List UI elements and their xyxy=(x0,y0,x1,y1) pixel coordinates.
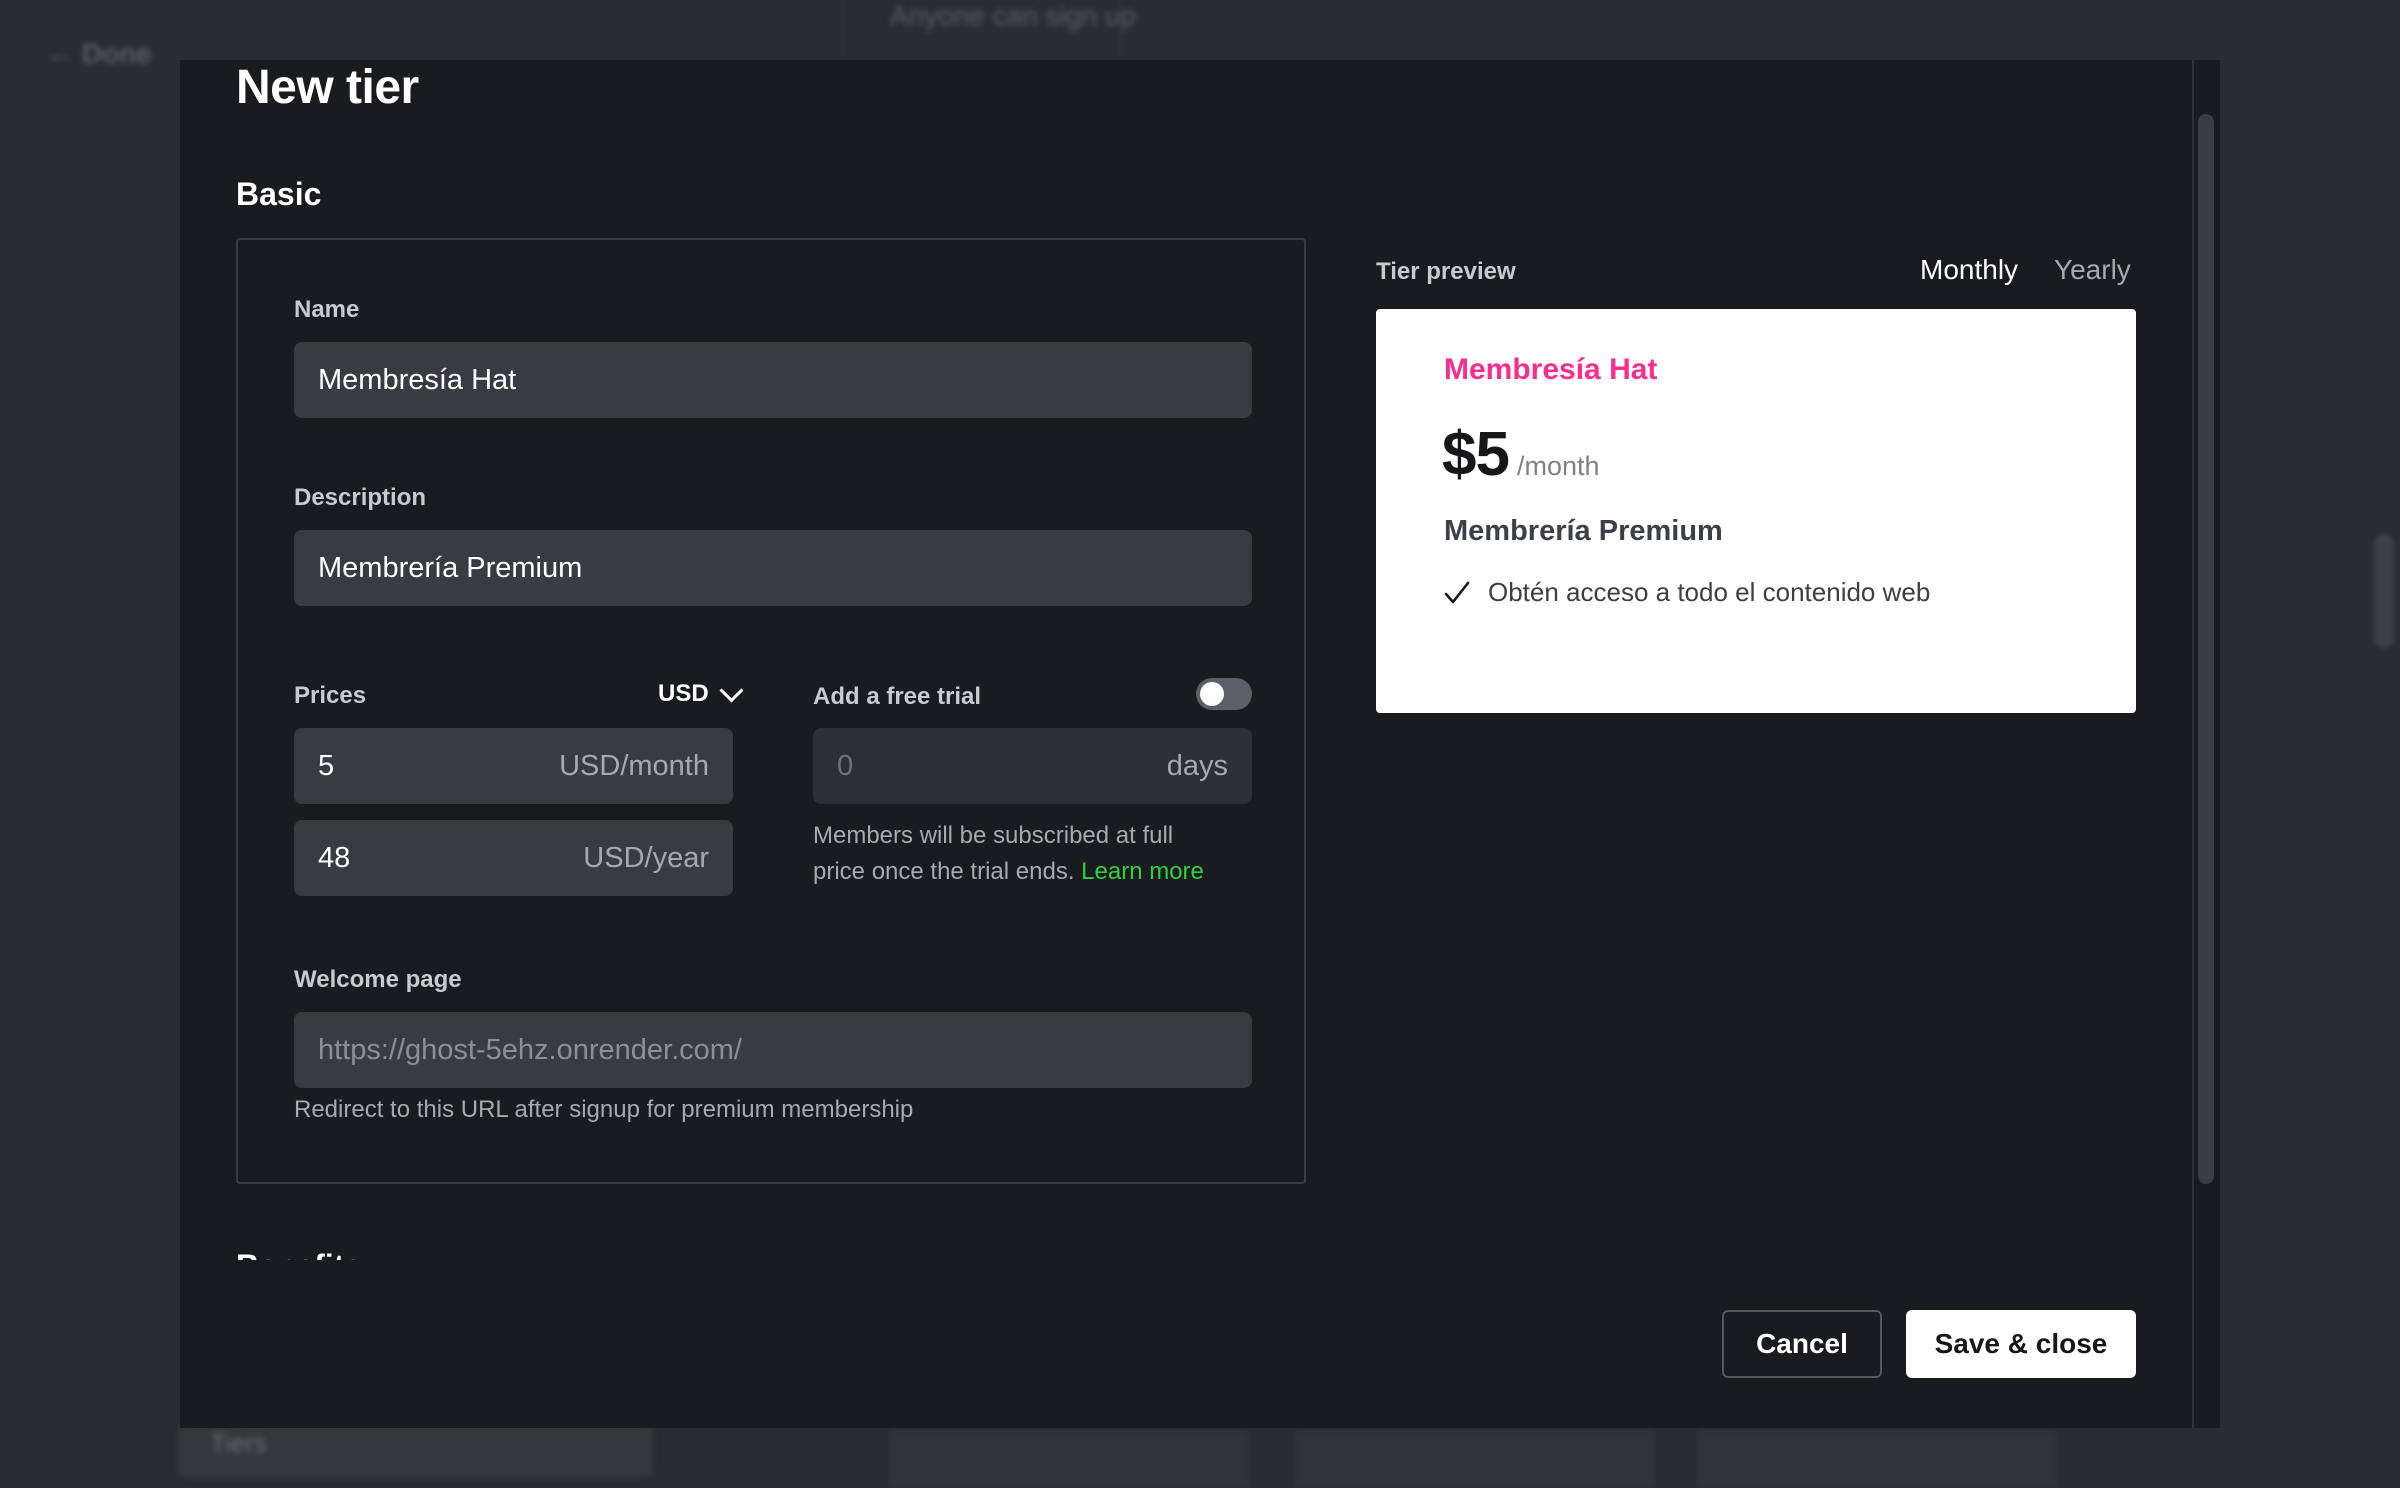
preview-price-period: /month xyxy=(1516,451,1600,481)
cancel-button[interactable]: Cancel xyxy=(1722,1310,1882,1378)
background-back-link: ← Done xyxy=(46,38,152,69)
check-icon xyxy=(1444,581,1470,603)
name-input[interactable]: Membresía Hat xyxy=(294,342,1252,418)
welcome-page-placeholder: https://ghost-5ehz.onrender.com/ xyxy=(318,1033,742,1066)
background-card xyxy=(1698,1430,2058,1488)
trial-days-suffix: days xyxy=(1166,749,1228,782)
free-trial-label: Add a free trial xyxy=(813,683,982,710)
preview-benefit-text: Obtén acceso a todo el contenido web xyxy=(1488,577,1931,607)
yearly-price-input[interactable]: 48 USD/year xyxy=(294,820,733,896)
currency-select[interactable]: USD xyxy=(658,677,744,708)
section-title-benefits: Benefits xyxy=(236,1248,362,1260)
save-close-button[interactable]: Save & close xyxy=(1906,1310,2136,1378)
trial-days-placeholder: 0 xyxy=(837,749,854,782)
basic-section-box: Name Membresía Hat Description Membrería… xyxy=(236,238,1306,1184)
preview-price-amount: $5 xyxy=(1442,420,1510,489)
background-top-text: Anyone can sign up xyxy=(890,0,1136,31)
name-input-value: Membresía Hat xyxy=(318,363,517,396)
modal-edge xyxy=(2192,60,2194,1428)
background-card xyxy=(890,1430,1250,1488)
free-trial-toggle[interactable] xyxy=(1196,678,1252,710)
yearly-price-suffix: USD/year xyxy=(583,841,709,874)
yearly-price-value: 48 xyxy=(318,841,351,874)
background-sidebar-label: Tiers xyxy=(210,1428,267,1458)
modal-title: New tier xyxy=(236,61,419,114)
prices-label: Prices xyxy=(294,682,367,709)
background-scrollbar xyxy=(2374,534,2394,648)
welcome-page-label: Welcome page xyxy=(294,966,462,993)
description-label: Description xyxy=(294,484,427,511)
modal-scroll-area[interactable]: New tier Basic Name Membresía Hat Descri… xyxy=(180,60,2190,1260)
monthly-price-suffix: USD/month xyxy=(559,749,709,782)
welcome-page-input[interactable]: https://ghost-5ehz.onrender.com/ xyxy=(294,1012,1252,1088)
preview-monthly-toggle[interactable]: Monthly xyxy=(1920,254,2018,286)
section-title-basic: Basic xyxy=(236,176,322,212)
description-input[interactable]: Membrería Premium xyxy=(294,530,1252,606)
preview-yearly-toggle[interactable]: Yearly xyxy=(2054,254,2131,286)
welcome-page-hint: Redirect to this URL after signup for pr… xyxy=(294,1096,914,1123)
monthly-price-value: 5 xyxy=(318,749,335,782)
name-label: Name xyxy=(294,296,360,323)
background-divider xyxy=(1120,0,1121,60)
background-divider xyxy=(842,0,843,60)
tier-preview-label: Tier preview xyxy=(1376,258,1516,285)
currency-select-value: USD xyxy=(658,680,709,707)
preview-benefit-item: Obtén acceso a todo el contenido web xyxy=(1444,577,1930,608)
tier-preview-card: Membresía Hat $5 /month Membrería Premiu… xyxy=(1376,309,2136,713)
monthly-price-input[interactable]: 5 USD/month xyxy=(294,728,733,804)
preview-tier-name: Membresía Hat xyxy=(1444,353,1658,386)
trial-hint: Members will be subscribed at full price … xyxy=(813,822,1204,885)
description-input-value: Membrería Premium xyxy=(318,551,583,584)
toggle-knob xyxy=(1200,682,1224,706)
preview-description: Membrería Premium xyxy=(1444,515,1723,547)
modal-scrollbar[interactable] xyxy=(2198,114,2214,1184)
new-tier-modal: New tier Basic Name Membresía Hat Descri… xyxy=(180,60,2220,1428)
background-card xyxy=(1294,1430,1654,1488)
trial-days-input[interactable]: 0 days xyxy=(813,728,1252,804)
preview-price: $5 /month xyxy=(1442,419,1600,490)
chevron-down-icon xyxy=(719,677,744,703)
learn-more-link[interactable]: Learn more xyxy=(1081,858,1204,885)
